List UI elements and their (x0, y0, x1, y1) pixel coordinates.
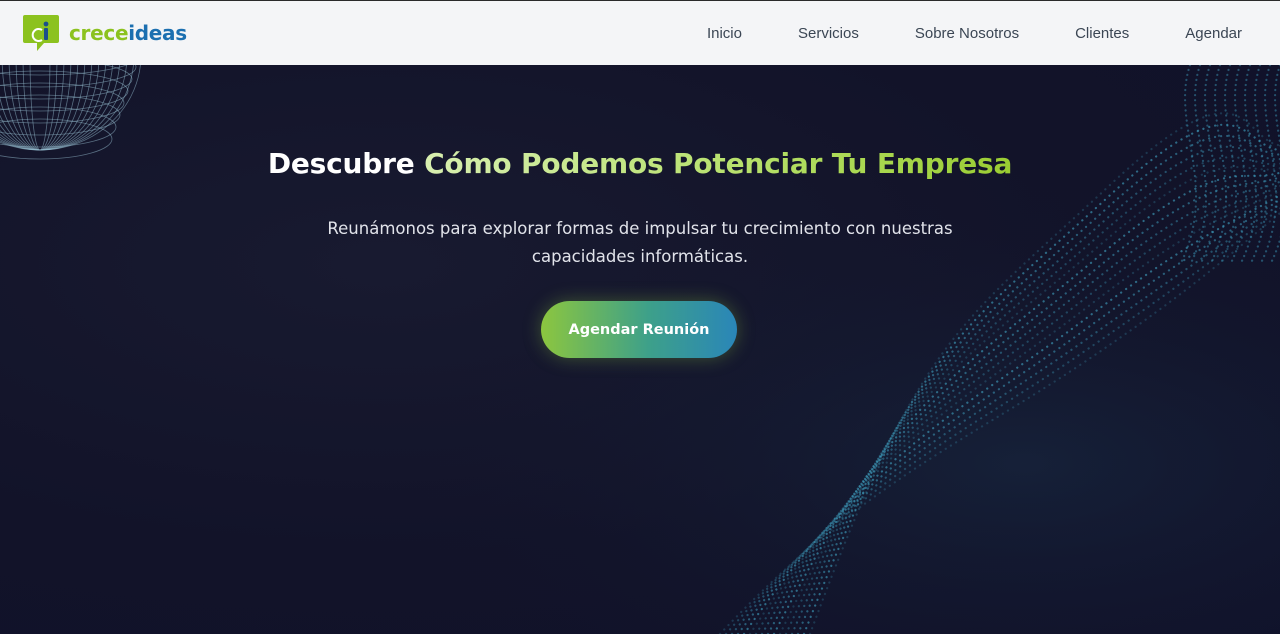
schedule-meeting-button[interactable]: Agendar Reunión (541, 301, 737, 358)
nav-link-clientes[interactable]: Clientes (1075, 25, 1129, 42)
hero-section: Descubre Cómo Podemos Potenciar Tu Empre… (0, 65, 1280, 634)
brand-logo[interactable]: creceideas (22, 13, 187, 53)
hero-title: Descubre Cómo Podemos Potenciar Tu Empre… (267, 147, 1013, 180)
speech-bubble-i-icon (23, 15, 59, 51)
main-nav: Inicio Servicios Sobre Nosotros Clientes… (707, 25, 1242, 42)
nav-link-inicio[interactable]: Inicio (707, 25, 742, 42)
top-navbar: creceideas Inicio Servicios Sobre Nosotr… (0, 0, 1280, 65)
nav-link-agendar[interactable]: Agendar (1185, 25, 1242, 42)
hero-title-accent: Cómo Podemos Potenciar Tu Empresa (424, 147, 1013, 180)
nav-link-servicios[interactable]: Servicios (798, 25, 859, 42)
brand-name: creceideas (69, 21, 187, 45)
nav-link-sobre-nosotros[interactable]: Sobre Nosotros (915, 25, 1019, 42)
hero-subtitle: Reunámonos para explorar formas de impul… (327, 219, 953, 266)
